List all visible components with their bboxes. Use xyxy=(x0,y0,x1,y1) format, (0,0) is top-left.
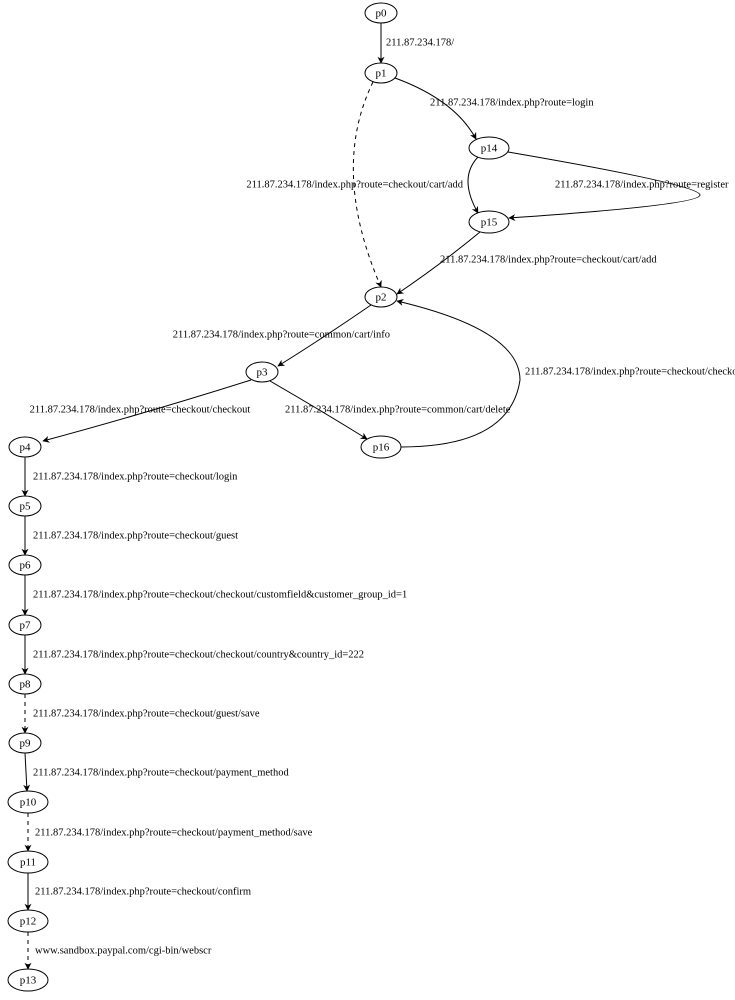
node-p8: p8 xyxy=(9,674,41,694)
edge-label: 211.87.234.178/index.php?route=checkout/… xyxy=(33,471,238,482)
edge-e2: 211.87.234.178/index.php?route=register xyxy=(508,152,729,218)
node-p4: p4 xyxy=(9,437,41,457)
edge-label: 211.87.234.178/index.php?route=checkout/… xyxy=(33,589,407,600)
node-label: p15 xyxy=(481,217,498,229)
node-p13: p13 xyxy=(8,969,48,991)
node-label: p1 xyxy=(376,68,387,80)
edge-path xyxy=(25,753,27,791)
edge-label: 211.87.234.178/index.php?route=checkout/… xyxy=(33,649,364,660)
edge-e3: 211.87.234.178/index.php?route=checkout/… xyxy=(246,157,478,213)
node-label: p4 xyxy=(20,442,32,454)
edge-path xyxy=(395,78,476,139)
nodes-layer: p0 p1 p14 p15 p2 p3 p16 p4 p5 p6 p7 p8 p9 p10 p11 p12 p1… xyxy=(8,3,509,991)
edge-label: 211.87.234.178/index.php?route=common/ca… xyxy=(173,329,390,340)
node-label: p6 xyxy=(20,560,32,572)
edge-label: 211.87.234.178/index.php?route=common/ca… xyxy=(285,404,511,415)
node-label: p3 xyxy=(257,367,269,379)
edge-label: 211.87.234.178/index.php?route=checkout/… xyxy=(33,708,260,719)
node-p3: p3 xyxy=(246,362,278,382)
edge-e13: 211.87.234.178/index.php?route=checkout/… xyxy=(25,635,364,674)
edge-label: www.sandbox.paypal.com/cgi-bin/webscr xyxy=(35,945,212,956)
node-label: p7 xyxy=(20,620,32,632)
edge-e6: 211.87.234.178/index.php?route=common/ca… xyxy=(173,305,390,366)
node-label: p10 xyxy=(20,797,37,809)
edge-label: 211.87.234.178/index.php?route=register xyxy=(555,179,729,190)
node-label: p8 xyxy=(20,679,32,691)
node-p9: p9 xyxy=(9,733,41,753)
node-p15: p15 xyxy=(469,211,509,233)
node-label: p11 xyxy=(20,857,36,869)
node-p0: p0 xyxy=(365,3,397,23)
edge-e9: 211.87.234.178/index.php?route=checkout/… xyxy=(397,301,735,447)
edge-label: 211.87.234.178/index.php?route=checkout/… xyxy=(246,179,463,190)
edge-label: 211.87.234.178/index.php?route=login xyxy=(430,97,594,108)
edge-path xyxy=(468,157,478,213)
node-p2: p2 xyxy=(365,287,397,307)
node-p11: p11 xyxy=(8,851,48,873)
node-p7: p7 xyxy=(9,615,41,635)
node-label: p5 xyxy=(20,501,32,513)
edge-label: 211.87.234.178/index.php?route=checkout/… xyxy=(33,530,238,541)
edge-label: 211.87.234.178/index.php?route=checkout/… xyxy=(35,886,251,897)
edges-layer: 211.87.234.178/211.87.234.178/index.php?… xyxy=(25,23,735,969)
edge-path xyxy=(397,301,520,447)
edge-e15: 211.87.234.178/index.php?route=checkout/… xyxy=(25,753,289,791)
edge-e18: www.sandbox.paypal.com/cgi-bin/webscr xyxy=(28,932,212,969)
node-label: p2 xyxy=(376,292,387,304)
edge-e8: 211.87.234.178/index.php?route=common/ca… xyxy=(270,381,511,439)
edge-label: 211.87.234.178/index.php?route=checkout/… xyxy=(440,254,657,265)
node-label: p12 xyxy=(20,916,37,928)
edge-e10: 211.87.234.178/index.php?route=checkout/… xyxy=(25,457,238,496)
edge-e14: 211.87.234.178/index.php?route=checkout/… xyxy=(25,694,260,733)
node-p12: p12 xyxy=(8,910,48,932)
edge-e7: 211.87.234.178/index.php?route=checkout/… xyxy=(30,380,251,441)
edge-label: 211.87.234.178/index.php?route=checkout/… xyxy=(33,767,289,778)
edge-label: 211.87.234.178/ xyxy=(386,37,454,48)
node-p14: p14 xyxy=(469,137,509,159)
node-label: p16 xyxy=(373,442,390,454)
node-label: p13 xyxy=(20,975,37,987)
state-graph: 211.87.234.178/211.87.234.178/index.php?… xyxy=(0,0,735,1000)
edge-e0: 211.87.234.178/ xyxy=(381,23,454,63)
node-label: p0 xyxy=(376,8,388,20)
edge-e12: 211.87.234.178/index.php?route=checkout/… xyxy=(25,575,407,615)
node-p5: p5 xyxy=(9,496,41,516)
edge-e17: 211.87.234.178/index.php?route=checkout/… xyxy=(28,873,251,910)
edge-e4: 211.87.234.178/index.php?route=checkout/… xyxy=(397,232,657,294)
node-label: p9 xyxy=(20,738,32,750)
edge-e16: 211.87.234.178/index.php?route=checkout/… xyxy=(28,813,313,851)
edge-label: 211.87.234.178/index.php?route=checkout/… xyxy=(30,404,251,415)
edge-label: 211.87.234.178/index.php?route=checkout/… xyxy=(525,366,735,377)
edge-label: 211.87.234.178/index.php?route=checkout/… xyxy=(35,827,313,838)
node-p10: p10 xyxy=(8,791,48,813)
edge-e1: 211.87.234.178/index.php?route=login xyxy=(395,78,594,139)
node-p6: p6 xyxy=(9,555,41,575)
node-p16: p16 xyxy=(361,436,401,458)
node-p1: p1 xyxy=(365,63,397,83)
edge-e11: 211.87.234.178/index.php?route=checkout/… xyxy=(25,516,238,555)
node-label: p14 xyxy=(481,143,498,155)
